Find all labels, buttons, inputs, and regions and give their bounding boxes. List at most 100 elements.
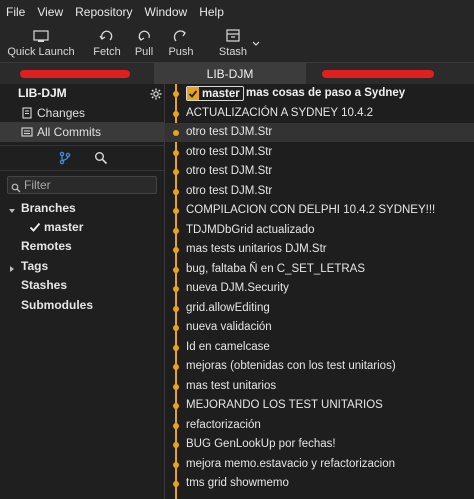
tree-stashes[interactable]: Stashes — [0, 276, 164, 295]
commit-message: ACTUALIZACIÓN A SYDNEY 10.4.2 — [186, 106, 374, 119]
quick-launch-label: Quick Launch — [7, 46, 75, 58]
tree-branches[interactable]: Branches — [0, 199, 164, 218]
commit-row[interactable]: TDJMDbGrid actualizado — [165, 221, 474, 240]
quick-launch-button[interactable]: Quick Launch — [7, 28, 75, 60]
stash-icon — [224, 28, 242, 44]
redaction-scribble — [322, 70, 434, 78]
commit-dot — [173, 286, 179, 292]
menu-repository[interactable]: Repository — [69, 0, 138, 24]
stash-label: Stash — [218, 46, 248, 58]
menu-bar: File View Repository Window Help — [0, 0, 474, 24]
commit-row-head[interactable]: master mas cosas de paso a Sydney — [165, 84, 474, 103]
commit-message: TDJMDbGrid actualizado — [186, 223, 315, 236]
toolbar: Quick Launch Fetch Pull Push Stash — [0, 24, 474, 62]
commit-row[interactable]: mejoras (obtenidas con los test unitario… — [165, 357, 474, 376]
commit-row[interactable]: otro test DJM.Str — [165, 143, 474, 162]
branch-master-label: master — [44, 220, 84, 234]
commit-row[interactable]: grid.allowEditing — [165, 299, 474, 318]
commit-dot — [173, 344, 179, 351]
commit-message: tms grid showmemo — [186, 477, 289, 489]
commit-message: mas tests unitarios DJM.Str — [186, 243, 327, 255]
commit-row[interactable]: otro test DJM.Str — [165, 162, 474, 181]
commit-row[interactable]: ACTUALIZACIÓN A SYDNEY 10.4.2 — [165, 104, 474, 123]
branches-label: Branches — [21, 201, 76, 215]
commit-row[interactable]: nueva validación — [165, 318, 474, 337]
branch-badge-label: master — [202, 87, 240, 100]
sidebar-view-tabs — [0, 145, 164, 171]
gear-icon[interactable] — [150, 87, 162, 100]
commit-message: BUG GenLookUp por fechas! — [186, 438, 336, 450]
commit-row[interactable]: mas test unitarios — [165, 377, 474, 396]
commit-dot — [173, 208, 179, 214]
fetch-icon — [98, 28, 116, 44]
commit-message: mas cosas de paso a Sydney — [246, 87, 406, 99]
commit-dot — [173, 110, 179, 117]
expanded-arrow-icon[interactable] — [8, 204, 16, 213]
branch-icon[interactable] — [58, 151, 72, 165]
stash-button[interactable]: Stash — [218, 28, 248, 60]
commit-dot — [173, 91, 179, 97]
checkmark-icon — [187, 87, 199, 100]
commit-message: otro test DJM.Str — [186, 126, 273, 138]
commit-dot — [173, 266, 179, 273]
branch-badge-master[interactable]: master — [186, 86, 244, 101]
commit-row[interactable]: tms grid showmemo — [165, 474, 474, 493]
repo-title: LIB-DJM — [18, 86, 67, 100]
commit-dot — [173, 169, 179, 175]
commit-dot — [173, 364, 179, 370]
commit-row[interactable]: otro test DJM.Str — [165, 182, 474, 201]
tree-remotes[interactable]: Remotes — [0, 237, 164, 256]
stashes-label: Stashes — [21, 278, 68, 292]
checkmark-icon — [29, 221, 41, 233]
commit-dot — [173, 481, 179, 487]
commit-dot — [173, 247, 179, 253]
commit-row[interactable]: refactorización — [165, 416, 474, 435]
commit-row[interactable]: COMPILACION CON DELPHI 10.4.2 SYDNEY!!! — [165, 201, 474, 220]
commit-dot — [173, 188, 179, 195]
search-icon — [11, 180, 21, 193]
collapsed-arrow-icon[interactable] — [8, 262, 16, 272]
changes-label: Changes — [37, 106, 86, 120]
pull-label: Pull — [134, 46, 154, 58]
commit-dot — [173, 325, 179, 331]
commit-row[interactable]: otro test DJM.Str — [165, 123, 474, 142]
filter-field — [7, 176, 157, 194]
commit-message: otro test DJM.Str — [186, 145, 273, 158]
commit-row[interactable]: nueva DJM.Security — [165, 279, 474, 298]
commit-message: MEJORANDO LOS TEST UNITARIOS — [186, 399, 383, 411]
pull-icon — [135, 28, 153, 44]
menu-help[interactable]: Help — [193, 0, 230, 24]
tab-lib-djm[interactable]: LIB-DJM — [154, 63, 306, 85]
remotes-label: Remotes — [21, 239, 72, 253]
push-icon — [172, 28, 190, 44]
chevron-down-icon[interactable] — [252, 36, 260, 46]
search-icon[interactable] — [94, 151, 108, 165]
tab-redacted-left[interactable] — [0, 63, 154, 85]
push-button[interactable]: Push — [166, 28, 196, 60]
commit-message: otro test DJM.Str — [186, 165, 273, 177]
menu-file[interactable]: File — [0, 0, 31, 24]
commit-message: grid.allowEditing — [186, 301, 270, 314]
commit-row[interactable]: mas tests unitarios DJM.Str — [165, 240, 474, 259]
commit-log: master mas cosas de paso a Sydney ACTUAL… — [165, 84, 474, 499]
commit-row[interactable]: Id en camelcase — [165, 338, 474, 357]
tree-branch-master[interactable]: master — [0, 218, 164, 237]
tab-redacted-right[interactable] — [306, 63, 474, 85]
menu-view[interactable]: View — [31, 0, 69, 24]
commit-message: mejoras (obtenidas con los test unitario… — [186, 360, 396, 372]
commit-row[interactable]: bug, faltaba Ñ en C_SET_LETRAS — [165, 260, 474, 279]
tree-tags[interactable]: Tags — [0, 257, 164, 276]
commit-message: otro test DJM.Str — [186, 184, 273, 197]
tree-submodules[interactable]: Submodules — [0, 296, 164, 315]
filter-input[interactable] — [24, 178, 154, 192]
menu-window[interactable]: Window — [139, 0, 194, 24]
pull-button[interactable]: Pull — [130, 28, 158, 60]
fetch-button[interactable]: Fetch — [92, 28, 122, 60]
commit-row[interactable]: BUG GenLookUp por fechas! — [165, 435, 474, 454]
commit-dot — [173, 383, 179, 390]
sidebar-item-changes[interactable]: Changes — [0, 103, 164, 123]
commit-row[interactable]: mejora memo.estavacio y refactorizacion — [165, 455, 474, 474]
commit-row[interactable]: MEJORANDO LOS TEST UNITARIOS — [165, 396, 474, 415]
commit-message: nueva validación — [186, 321, 272, 333]
sidebar-item-all-commits[interactable]: All Commits — [0, 122, 164, 142]
